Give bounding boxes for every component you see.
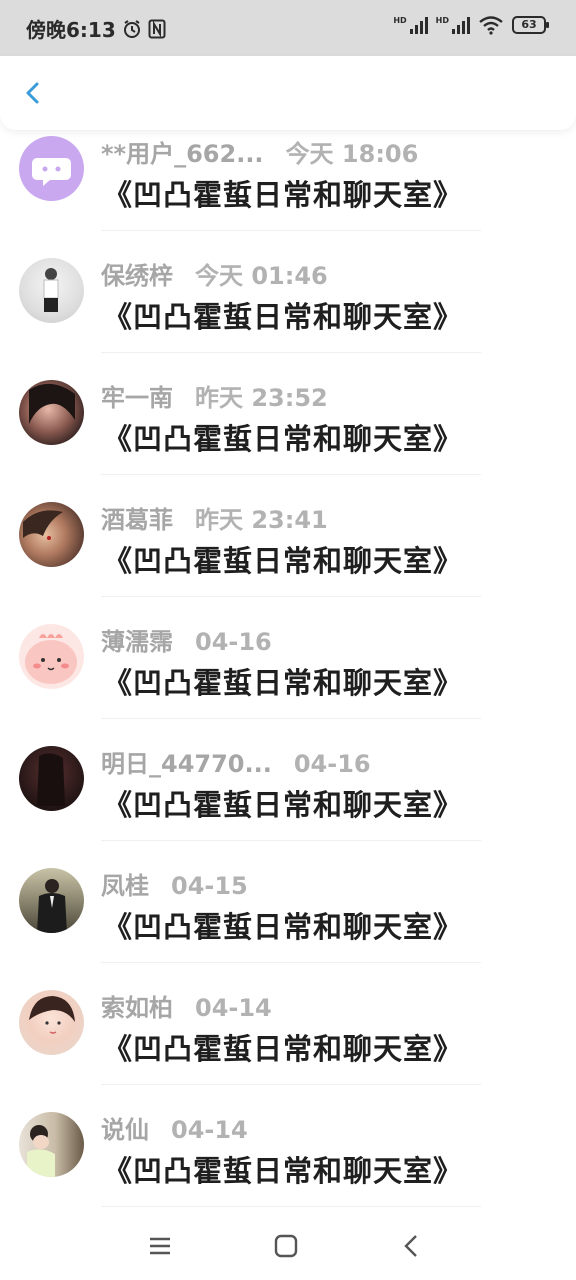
avatar[interactable] [19, 746, 84, 811]
timestamp: 04-14 [195, 994, 272, 1022]
avatar[interactable] [19, 990, 84, 1055]
comment-meta: 凤桂 04-15 [101, 866, 248, 901]
timestamp: 04-15 [171, 872, 248, 900]
timestamp: 昨天 23:41 [195, 506, 328, 534]
cartoon-character-icon [25, 634, 77, 684]
comment-text[interactable]: 《凹凸霍蜇日常和聊天室》 [103, 1026, 463, 1068]
comment-meta: 明日_44770... 04-16 [101, 744, 371, 779]
comment-meta: 酒葛菲 昨天 23:41 [101, 500, 328, 535]
timestamp: 04-16 [293, 750, 371, 778]
divider [101, 1206, 481, 1207]
comment-text[interactable]: 《凹凸霍蜇日常和聊天室》 [103, 538, 463, 580]
status-left: 傍晚6:13 [26, 14, 166, 43]
comment-meta: 牢一南 昨天 23:52 [101, 378, 328, 413]
comment-meta: 保绣梓 今天 01:46 [101, 256, 328, 291]
wifi-icon [479, 16, 503, 35]
divider [101, 352, 481, 353]
divider [101, 840, 481, 841]
divider [101, 230, 481, 231]
avatar[interactable] [19, 380, 84, 445]
comment-meta: 薄濡霈 04-16 [101, 622, 272, 657]
avatar[interactable] [19, 868, 84, 933]
menu-icon[interactable] [144, 1230, 176, 1262]
hd-label: HD [393, 16, 407, 25]
comment-meta: **用户_662... 今天 18:06 [101, 134, 418, 169]
system-nav-bar [0, 1210, 576, 1280]
back-icon[interactable] [396, 1230, 428, 1262]
comment-meta: 索如柏 04-14 [101, 988, 272, 1023]
hd-label-2: HD [435, 16, 449, 25]
avatar[interactable] [19, 502, 84, 567]
comment-text[interactable]: 《凹凸霍蜇日常和聊天室》 [103, 782, 463, 824]
status-bar: 傍晚6:13 HD HD 63 [0, 0, 576, 56]
person-photo-icon [27, 1125, 55, 1177]
list-item[interactable]: 酒葛菲 昨天 23:41 《凹凸霍蜇日常和聊天室》 [0, 496, 576, 618]
list-item[interactable]: 保绣梓 今天 01:46 《凹凸霍蜇日常和聊天室》 [0, 252, 576, 374]
person-photo-icon [29, 383, 75, 424]
person-photo-icon [29, 996, 75, 1034]
chat-bubble-icon [32, 158, 71, 186]
home-icon[interactable] [270, 1230, 302, 1262]
person-photo-icon [37, 879, 67, 933]
username[interactable]: 明日_44770... [101, 750, 272, 778]
person-photo-icon [23, 510, 63, 540]
signal-icon: HD [393, 16, 428, 34]
comment-meta: 说仙 04-14 [101, 1110, 248, 1145]
battery-icon: 63 [512, 16, 549, 34]
username[interactable]: 索如柏 [101, 994, 173, 1022]
list-item[interactable]: 索如柏 04-14 《凹凸霍蜇日常和聊天室》 [0, 984, 576, 1106]
chevron-left-icon[interactable] [18, 78, 48, 108]
clock: 傍晚6:13 [26, 18, 116, 42]
comment-text[interactable]: 《凹凸霍蜇日常和聊天室》 [103, 172, 463, 214]
username[interactable]: **用户_662... [101, 140, 264, 168]
avatar[interactable] [19, 1112, 84, 1177]
timestamp: 04-14 [171, 1116, 248, 1144]
comment-text[interactable]: 《凹凸霍蜇日常和聊天室》 [103, 1148, 463, 1190]
username[interactable]: 薄濡霈 [101, 628, 173, 656]
avatar[interactable] [19, 136, 84, 201]
comment-text[interactable]: 《凹凸霍蜇日常和聊天室》 [103, 416, 463, 458]
username[interactable]: 酒葛菲 [101, 506, 173, 534]
timestamp: 今天 01:46 [195, 262, 328, 290]
divider [101, 596, 481, 597]
list-item[interactable]: 牢一南 昨天 23:52 《凹凸霍蜇日常和聊天室》 [0, 374, 576, 496]
alarm-icon [123, 19, 140, 38]
avatar[interactable] [19, 258, 84, 323]
divider [101, 718, 481, 719]
username[interactable]: 说仙 [101, 1116, 149, 1144]
comment-text[interactable]: 《凹凸霍蜇日常和聊天室》 [103, 294, 463, 336]
username[interactable]: 牢一南 [101, 384, 173, 412]
status-right: HD HD 63 [393, 15, 549, 35]
nfc-icon [148, 19, 166, 38]
timestamp: 04-16 [195, 628, 272, 656]
divider [101, 1084, 481, 1085]
comment-text[interactable]: 《凹凸霍蜇日常和聊天室》 [103, 660, 463, 702]
divider [101, 474, 481, 475]
list-item[interactable]: 明日_44770... 04-16 《凹凸霍蜇日常和聊天室》 [0, 740, 576, 862]
list-item[interactable]: 凤桂 04-15 《凹凸霍蜇日常和聊天室》 [0, 862, 576, 984]
comment-text[interactable]: 《凹凸霍蜇日常和聊天室》 [103, 904, 463, 946]
username[interactable]: 保绣梓 [101, 262, 173, 290]
avatar[interactable] [19, 624, 84, 689]
person-photo-icon [37, 753, 65, 806]
list-item[interactable]: **用户_662... 今天 18:06 《凹凸霍蜇日常和聊天室》 [0, 130, 576, 252]
person-photo-icon [43, 268, 59, 312]
top-bar [0, 56, 576, 130]
timestamp: 今天 18:06 [285, 140, 419, 168]
signal-icon-2: HD [436, 16, 470, 34]
username[interactable]: 凤桂 [101, 872, 149, 900]
divider [101, 962, 481, 963]
list-item[interactable]: 薄濡霈 04-16 《凹凸霍蜇日常和聊天室》 [0, 618, 576, 740]
timestamp: 昨天 23:52 [195, 384, 328, 412]
